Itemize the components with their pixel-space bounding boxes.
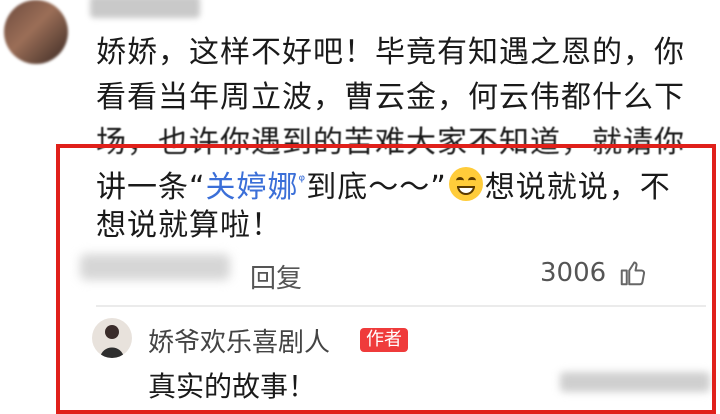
comment-text-line-3: 场，也许你遇到的苦难大家不知道，就请你 (96, 125, 685, 160)
thumbs-up-icon[interactable] (618, 258, 648, 288)
blurred-metadata (80, 254, 230, 280)
comment-text-suffix: 想说就说，不 (484, 170, 671, 205)
comment-text-line-2: 看看当年周立波，曹云金，何云伟都什么下 (96, 80, 685, 115)
reply-author-avatar[interactable] (92, 318, 132, 358)
grinning-face-emoji-icon (448, 167, 483, 201)
comment: 娇娇，这样不好吧！毕竟有知遇之恩的，你 看看当年周立波，曹云金，何云伟都什么下 … (0, 0, 720, 160)
commenter-avatar[interactable] (4, 0, 68, 64)
like-count: 3006 (540, 258, 607, 288)
reply-text: 真实的故事！ (148, 370, 317, 403)
reply-button[interactable]: 回复 (250, 258, 302, 295)
author-badge: 作者 (360, 328, 408, 352)
comment-text-line-1: 娇娇，这样不好吧！毕竟有知遇之恩的，你 (96, 35, 685, 70)
blurred-watermark (560, 372, 710, 392)
commenter-username-blurred[interactable] (90, 0, 200, 18)
comment-text-line-4: 讲一条“关婷娜ᵠ到底～～” 想说就说，不 (96, 160, 671, 209)
reply-author-name[interactable]: 娇爷欢乐喜剧人 (148, 322, 330, 359)
search-keyword-link[interactable]: 关婷娜 (206, 170, 299, 205)
comment-text-line-5: 想说就算啦！ (96, 208, 282, 243)
comment-text-middle: 到底～～” (306, 170, 447, 205)
divider (96, 305, 706, 307)
comment-text-prefix: 讲一条“ (96, 170, 206, 205)
